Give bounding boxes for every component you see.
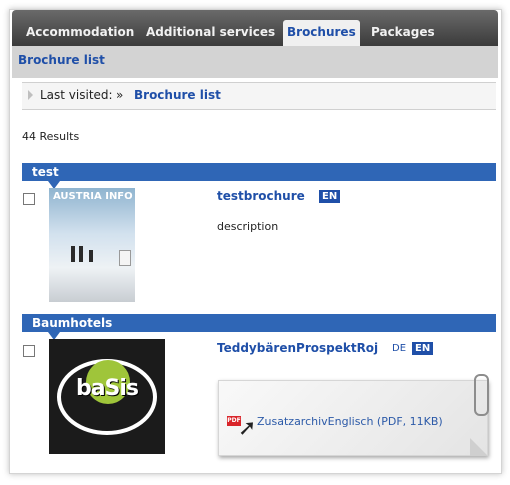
select-checkbox[interactable] bbox=[23, 345, 35, 357]
skier-figure bbox=[79, 246, 83, 262]
tab-packages[interactable]: Packages bbox=[367, 20, 439, 46]
page-fold bbox=[470, 438, 488, 456]
tab-additional-services[interactable]: Additional services bbox=[142, 20, 279, 46]
page-title: Brochure list bbox=[18, 53, 105, 67]
skier-figure bbox=[89, 250, 93, 262]
breadcrumb-separator: » bbox=[116, 88, 124, 102]
lang-badge-en[interactable]: EN bbox=[319, 190, 341, 203]
sub-header: Brochure list bbox=[12, 46, 498, 78]
breadcrumb: Last visited: » Brochure list bbox=[22, 82, 496, 110]
group-title: Baumhotels bbox=[32, 316, 113, 330]
tab-bar: Accommodation Additional services Brochu… bbox=[12, 10, 498, 46]
group-header-test: test bbox=[22, 163, 496, 189]
brochure-description: description bbox=[217, 220, 279, 233]
results-count: 44 Results bbox=[22, 130, 80, 143]
group-title: test bbox=[32, 165, 59, 179]
brochure-thumbnail[interactable]: AUSTRIA INFO bbox=[49, 188, 135, 302]
skier-figure bbox=[71, 246, 75, 262]
group-header-baumhotels: Baumhotels bbox=[22, 314, 496, 340]
breadcrumb-arrow-icon bbox=[28, 90, 33, 100]
breadcrumb-label: Last visited: bbox=[40, 88, 113, 102]
lang-badge-de[interactable]: DE bbox=[389, 342, 409, 355]
tab-brochures[interactable]: Brochures bbox=[283, 20, 360, 46]
mouse-cursor-icon: ➚ bbox=[238, 416, 257, 441]
brochure-title-link[interactable]: TeddybärenProspektRoj bbox=[217, 341, 378, 355]
tab-accommodation[interactable]: Accommodation bbox=[22, 20, 138, 46]
thumbnail-caption: AUSTRIA INFO bbox=[53, 191, 133, 202]
logo-text: baSis bbox=[75, 376, 139, 401]
brochure-thumbnail[interactable]: baSis bbox=[49, 339, 165, 454]
breadcrumb-link-brochure-list[interactable]: Brochure list bbox=[134, 88, 221, 102]
sign-post bbox=[119, 250, 131, 266]
brochure-title-link[interactable]: testbrochure bbox=[217, 189, 305, 203]
attachment-link[interactable]: ZusatzarchivEnglisch (PDF, 11KB) bbox=[257, 415, 443, 428]
paperclip-icon bbox=[474, 374, 489, 416]
lang-badge-en[interactable]: EN bbox=[412, 342, 434, 355]
select-checkbox[interactable] bbox=[23, 193, 35, 205]
